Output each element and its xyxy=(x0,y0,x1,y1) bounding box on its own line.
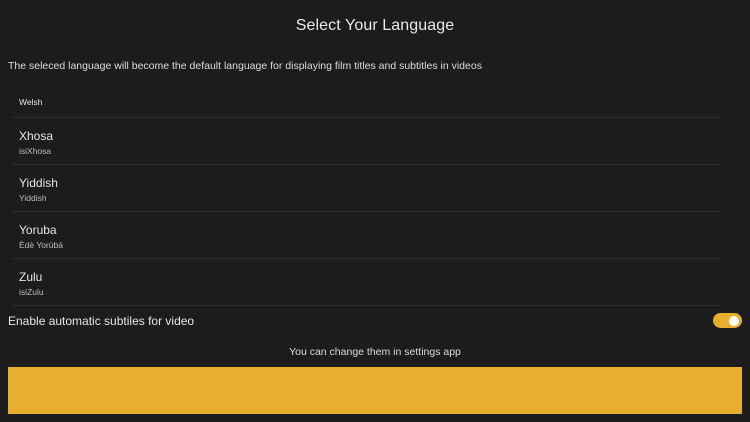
language-name: Xhosa xyxy=(19,129,54,143)
settings-hint: You can change them in settings app xyxy=(289,346,461,358)
language-list: Welsh Xhosa isiXhosa Yiddish Yiddish Yor… xyxy=(12,87,722,306)
language-description: The seleced language will become the def… xyxy=(8,60,482,72)
auto-subtitles-toggle[interactable] xyxy=(713,313,742,328)
language-item-yiddish[interactable]: Yiddish Yiddish xyxy=(12,165,722,212)
language-item-zulu[interactable]: Zulu isiZulu xyxy=(12,259,722,306)
language-item-welsh[interactable]: Welsh xyxy=(12,87,722,118)
language-native-name: Yiddish xyxy=(19,193,47,203)
language-native-name: Èdè Yorùbá xyxy=(19,240,63,250)
language-item-xhosa[interactable]: Xhosa isiXhosa xyxy=(12,118,722,165)
language-item-yoruba[interactable]: Yoruba Èdè Yorùbá xyxy=(12,212,722,259)
page-title: Select Your Language xyxy=(295,17,455,34)
language-name: Zulu xyxy=(19,270,43,284)
toggle-knob xyxy=(729,315,739,326)
language-name: Yiddish xyxy=(19,176,58,190)
confirm-button[interactable] xyxy=(8,367,742,414)
language-native-name: isiXhosa xyxy=(19,146,52,156)
language-name: Welsh xyxy=(19,97,43,107)
language-native-name: isiZulu xyxy=(19,287,44,297)
auto-subtitles-label: Enable automatic subtiles for video xyxy=(8,314,195,328)
language-name: Yoruba xyxy=(19,223,57,237)
